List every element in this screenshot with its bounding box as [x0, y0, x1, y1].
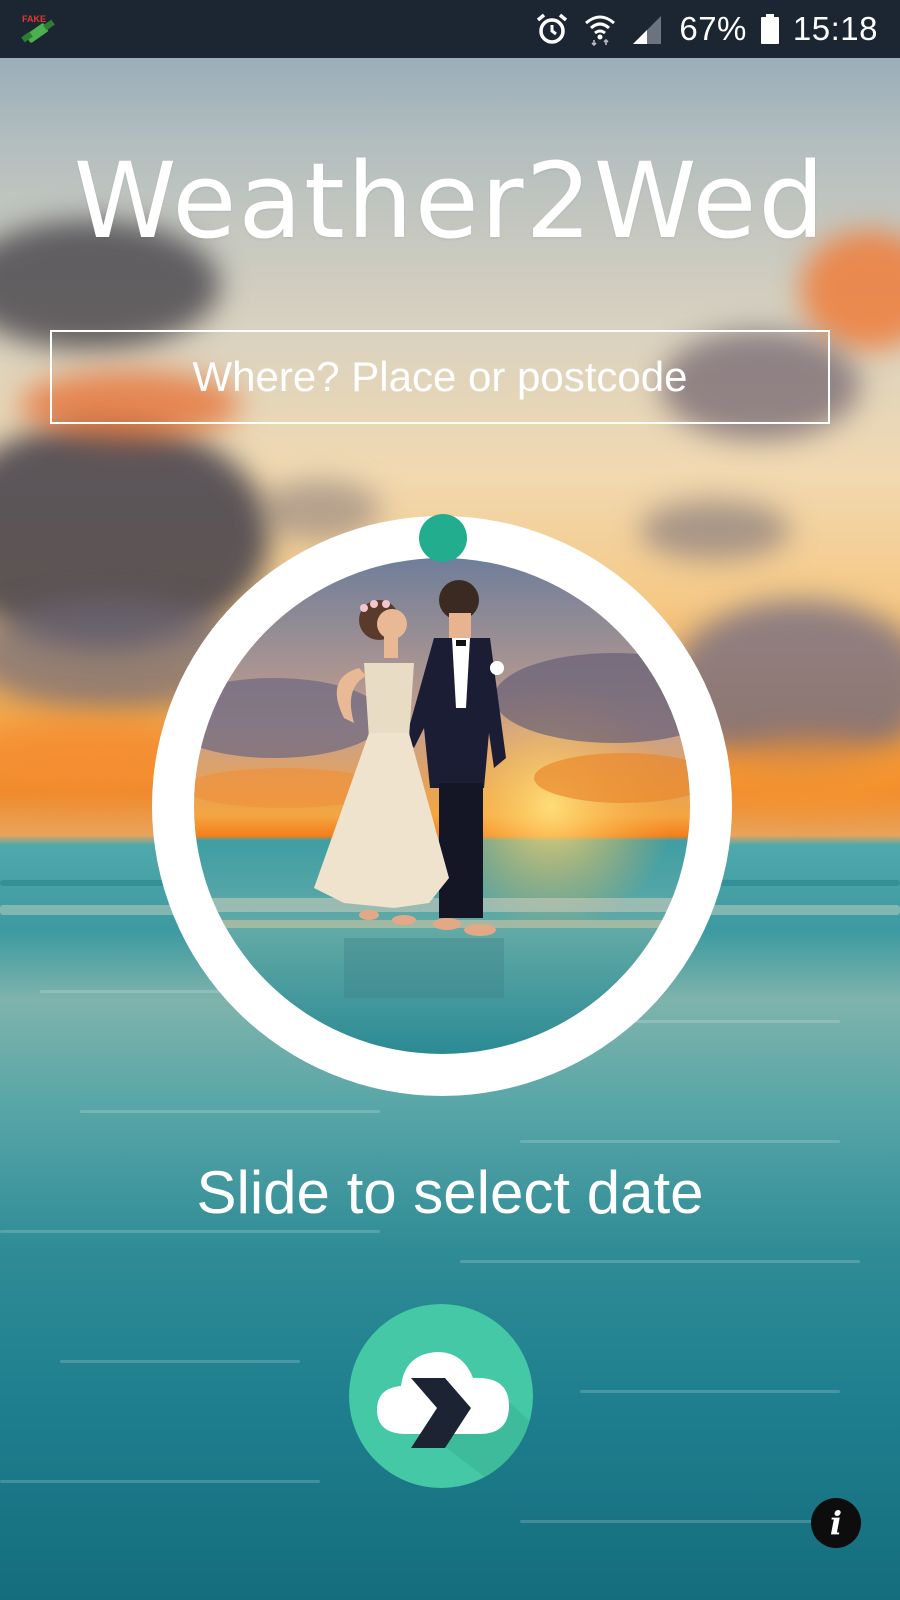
go-forecast-button[interactable]: [349, 1304, 533, 1488]
signal-icon: [633, 16, 662, 44]
cloud-arrow-icon: [377, 1352, 533, 1488]
fake-gps-icon: FAKE: [21, 14, 55, 43]
location-search-input[interactable]: [50, 330, 830, 424]
app-title: Weather2Wed: [73, 140, 827, 262]
svg-text:FAKE: FAKE: [22, 14, 46, 24]
clock: 15:18: [792, 10, 878, 47]
status-bar: FAKE 67% 15:18: [0, 0, 900, 58]
wifi-icon: [585, 15, 616, 46]
date-dial[interactable]: [152, 514, 732, 1096]
battery-percent: 67%: [679, 10, 747, 47]
info-button[interactable]: i: [811, 1498, 861, 1548]
info-icon: i: [829, 1504, 843, 1542]
battery-icon: [760, 14, 779, 44]
alarm-icon: [537, 13, 568, 44]
wedding-photo: [194, 558, 690, 1054]
slide-hint-text: Slide to select date: [196, 1159, 704, 1226]
date-slider-handle[interactable]: [419, 514, 467, 562]
